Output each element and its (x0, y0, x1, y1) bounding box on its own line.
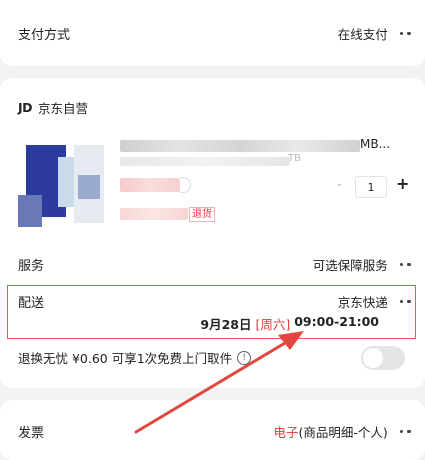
delivery-row[interactable]: 配送 京东快递 (18, 292, 411, 311)
qty-minus-button[interactable]: - (337, 177, 342, 193)
more-dots-icon[interactable] (399, 299, 411, 304)
payment-card: 支付方式 在线支付 (0, 0, 425, 66)
return-tag: 退货 (189, 207, 215, 222)
tags-blur (120, 208, 188, 220)
invoice-label: 发票 (18, 426, 45, 441)
delivery-weekday: [周六] (255, 317, 291, 332)
service-value: 可选保障服务 (312, 258, 388, 273)
service-label: 服务 (18, 259, 45, 274)
payment-value: 在线支付 (337, 27, 388, 42)
service-row[interactable]: 服务 可选保障服务 (18, 255, 411, 274)
delivery-date: 9月28日 (200, 317, 252, 332)
delivery-hours: 09:00-21:00 (294, 314, 379, 329)
order-card: JD 京东自营 (0, 78, 425, 388)
more-dots-icon[interactable] (399, 262, 411, 267)
delivery-label: 配送 (18, 296, 45, 311)
store-name: 京东自营 (38, 101, 89, 116)
product-image[interactable] (18, 135, 104, 227)
invoice-card: 发票 电子 (商品明细-个人) (0, 400, 425, 460)
more-dots-icon[interactable] (399, 31, 411, 36)
product-spec-suffix: TB (288, 153, 301, 164)
worry-free-text: 退换无忧 ¥0.60 可享1次免费上门取件 (18, 351, 233, 366)
price-blur (120, 178, 180, 192)
invoice-row[interactable]: 发票 电子 (商品明细-个人) (18, 422, 411, 441)
qty-plus-button[interactable]: + (396, 174, 409, 193)
delivery-carrier: 京东快递 (337, 295, 388, 310)
payment-row[interactable]: 支付方式 在线支付 (18, 24, 411, 43)
info-icon[interactable]: ! (237, 350, 252, 365)
delivery-time: 9月28日 [周六] 09:00-21:00 (200, 314, 379, 333)
invoice-detail: (商品明细-个人) (298, 425, 388, 440)
product-title-blur (120, 140, 360, 152)
store-row: JD 京东自营 (18, 98, 411, 117)
jd-logo: JD (18, 100, 33, 115)
payment-label: 支付方式 (18, 28, 71, 43)
product-spec-blur (120, 157, 290, 166)
product-title-suffix: MB... (360, 137, 391, 151)
qty-value[interactable]: 1 (355, 176, 387, 198)
invoice-type: 电子 (273, 425, 299, 440)
more-dots-icon[interactable] (399, 429, 411, 434)
worry-free-row: 退换无忧 ¥0.60 可享1次免费上门取件 ! (18, 348, 411, 367)
worry-free-toggle[interactable] (361, 346, 405, 370)
